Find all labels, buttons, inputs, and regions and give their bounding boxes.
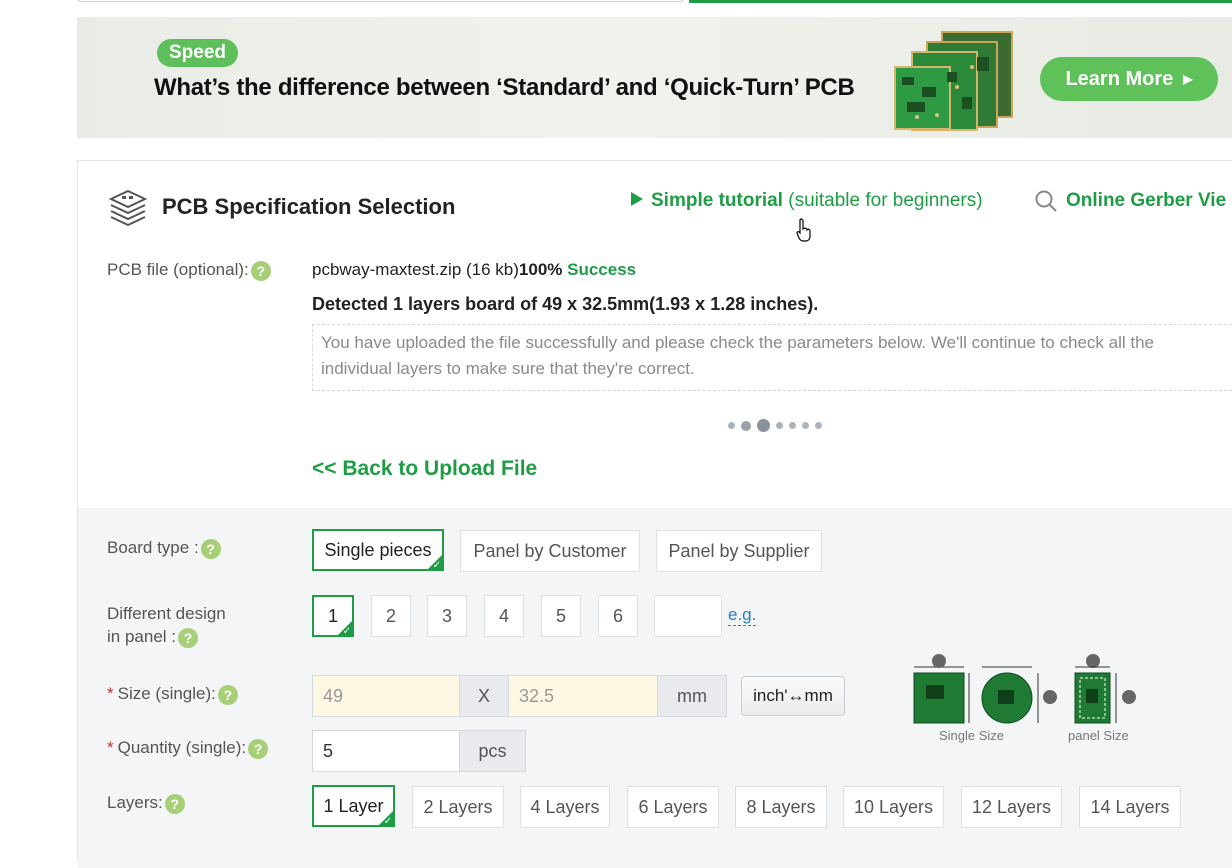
banner-headline: What’s the difference between ‘Standard’…	[154, 74, 855, 101]
hand-pointer-cursor-icon	[796, 218, 811, 242]
layer-option-4[interactable]: 4 Layers	[520, 786, 610, 828]
design-option-5[interactable]: 5	[541, 595, 581, 637]
section-title: PCB Specification Selection	[162, 194, 456, 219]
promo-banner[interactable]: Speed What’s the difference between ‘Sta…	[77, 17, 1232, 138]
design-count-input[interactable]	[654, 595, 722, 637]
design-option-3[interactable]: 3	[427, 595, 467, 637]
tutorial-label: Simple tutorial	[651, 190, 783, 211]
upload-notice: You have uploaded the file successfully …	[312, 324, 1232, 391]
online-gerber-viewer-link[interactable]: Online Gerber Vie	[1034, 189, 1226, 213]
layer-option-6[interactable]: 6 Layers	[627, 786, 719, 828]
board-type-label: Board type :?	[107, 538, 221, 559]
help-icon[interactable]: ?	[248, 738, 269, 759]
pcb-file-label-text: PCB file (optional):	[107, 260, 249, 279]
pcb-stack-icon	[108, 189, 148, 226]
play-icon	[631, 191, 643, 206]
layer-option-2[interactable]: 2 Layers	[412, 786, 504, 828]
notice-line-1: You have uploaded the file successfully …	[321, 333, 1154, 352]
simple-tutorial-link[interactable]: Simple tutorial (suitable for beginners)	[631, 190, 983, 212]
size-unit: mm	[657, 675, 727, 717]
layers-label: Layers:?	[107, 793, 185, 814]
top-green-bar	[689, 0, 1232, 3]
design-option-4[interactable]: 4	[484, 595, 524, 637]
upload-percent: 100%	[518, 260, 563, 279]
quantity-label-text: Quantity (single):	[117, 738, 247, 757]
different-design-label: Different design in panel :?	[107, 602, 226, 648]
learn-more-button[interactable]: Learn More ▶	[1040, 57, 1218, 101]
layers-label-text: Layers:	[107, 793, 163, 812]
loading-dots	[728, 419, 822, 432]
size-y-input[interactable]: 32.5	[508, 675, 658, 717]
board-type-panel-by-customer[interactable]: Panel by Customer	[460, 530, 640, 572]
different-design-label-line2: in panel :	[107, 627, 176, 646]
design-option-1[interactable]: 1	[312, 595, 354, 637]
board-type-panel-by-supplier[interactable]: Panel by Supplier	[656, 530, 822, 572]
file-name: pcbway-maxtest.zip (16 kb)	[312, 260, 519, 279]
upload-status: Success	[562, 260, 637, 279]
pcb-file-label: PCB file (optional):?	[107, 260, 271, 281]
size-x-input[interactable]: 49	[312, 675, 460, 717]
top-search-field-edge[interactable]	[77, 0, 684, 2]
pcb-spec-panel: PCB Specification Selection Simple tutor…	[77, 160, 1232, 868]
tutorial-note: (suitable for beginners)	[782, 190, 983, 211]
back-to-upload-link[interactable]: << Back to Upload File	[312, 457, 537, 481]
design-option-2[interactable]: 2	[371, 595, 411, 637]
layer-option-12[interactable]: 12 Layers	[961, 786, 1062, 828]
size-separator: X	[459, 675, 509, 717]
board-type-single-pieces[interactable]: Single pieces	[312, 529, 444, 571]
required-mark: *	[107, 738, 114, 757]
uploaded-file-status: pcbway-maxtest.zip (16 kb)100% Success	[312, 260, 636, 280]
quantity-unit: pcs	[459, 730, 526, 772]
help-icon[interactable]: ?	[250, 260, 271, 281]
example-link[interactable]: e.g.	[728, 605, 757, 626]
board-type-label-text: Board type :	[107, 538, 199, 557]
required-mark: *	[107, 684, 114, 703]
panel-size-caption: panel Size	[1068, 728, 1129, 743]
speed-tag: Speed	[157, 39, 239, 67]
layer-option-1[interactable]: 1 Layer	[312, 785, 395, 827]
single-size-caption: Single Size	[939, 728, 1005, 743]
quantity-input[interactable]: 5	[312, 730, 460, 772]
help-icon[interactable]: ?	[164, 793, 185, 814]
design-option-6[interactable]: 6	[598, 595, 638, 637]
size-label: * Size (single):?	[107, 684, 238, 705]
unit-convert-button[interactable]: inch'↔mm	[741, 676, 845, 716]
layer-option-14[interactable]: 14 Layers	[1079, 786, 1181, 828]
help-icon[interactable]: ?	[178, 627, 198, 648]
detected-board-info: Detected 1 layers board of 49 x 32.5mm(1…	[312, 294, 819, 314]
help-icon[interactable]: ?	[200, 538, 221, 559]
notice-line-2: individual layers to make sure that they…	[321, 359, 695, 378]
different-design-label-line1: Different design	[107, 604, 226, 623]
search-icon	[1035, 190, 1057, 212]
pcb-boards-image	[894, 31, 1013, 131]
help-icon[interactable]: ?	[217, 684, 238, 705]
learn-more-label: Learn More	[1065, 67, 1174, 90]
quantity-label: * Quantity (single):?	[107, 738, 269, 759]
arrow-right-icon: ▶	[1183, 72, 1193, 86]
layer-option-8[interactable]: 8 Layers	[735, 786, 827, 828]
gerber-label: Online Gerber Vie	[1066, 190, 1227, 211]
layer-option-10[interactable]: 10 Layers	[843, 786, 944, 828]
size-label-text: Size (single):	[117, 684, 216, 703]
